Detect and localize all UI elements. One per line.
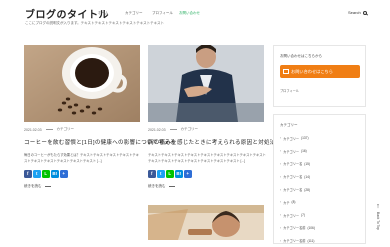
site-title[interactable]: ブログのタイトル (25, 6, 109, 21)
share-plus-icon[interactable]: + (60, 170, 68, 178)
category-count: (15) (304, 162, 310, 166)
site-description: ここにブログの説明文が入ります。テキストテキストテキストテキストテキストテキスト (25, 20, 185, 26)
category-name: カテゴリー名前 (283, 225, 305, 230)
category-name: カテ (283, 200, 289, 205)
post-card (148, 205, 264, 240)
post-date: 2021.02.03 (24, 128, 42, 132)
hatena-icon[interactable]: B! (51, 170, 59, 178)
read-more-label: 続きを読む (24, 184, 42, 189)
post-thumbnail-partial[interactable] (148, 205, 264, 240)
chevron-right-icon: › (280, 149, 281, 153)
chevron-right-icon: › (280, 162, 281, 166)
category-item[interactable]: › カテ (8) (280, 196, 365, 209)
facebook-icon[interactable]: f (24, 170, 32, 178)
chevron-right-icon: › (280, 213, 281, 217)
mail-icon (283, 69, 289, 73)
post-category[interactable]: カテゴリー (181, 127, 199, 132)
contact-profile-link[interactable]: プロフィール (280, 88, 365, 93)
category-count: (16) (301, 149, 307, 153)
contact-button-label: お問い合わせはこちら (291, 69, 333, 75)
post-thumbnail-coffee[interactable] (24, 45, 140, 122)
post-excerpt: テキストテキストテキストテキストテキストテキストテキストテキストテキストテキスト… (148, 153, 266, 164)
divider (46, 129, 53, 130)
contact-button[interactable]: お問い合わせはこちら (280, 65, 360, 78)
post-category[interactable]: カテゴリー (57, 127, 75, 132)
back-to-top-button[interactable]: ↑ Back To Top (372, 203, 384, 230)
category-count: (7) (301, 213, 305, 217)
twitter-icon[interactable]: t (157, 170, 165, 178)
nav-item-category[interactable]: カテゴリー (125, 11, 152, 16)
category-count: (8) (292, 200, 296, 204)
line-icon[interactable]: L (42, 170, 50, 178)
category-name: カテゴリー (283, 213, 299, 218)
post-thumbnail-chest-pain[interactable] (148, 45, 264, 122)
hatena-icon[interactable]: B! (175, 170, 183, 178)
category-item[interactable]: › カテゴリー (137) (280, 132, 365, 145)
category-widget: カテゴリー › カテゴリー (137) › カテゴリー (16) › カテゴリー名 (15)… (273, 114, 366, 244)
category-item[interactable]: › カテゴリー名前 (111) (280, 234, 365, 247)
chevron-right-icon: › (280, 175, 281, 179)
back-to-top-label: Back To Top (376, 212, 380, 230)
arrow-line-icon (169, 186, 175, 187)
search-button[interactable]: Search (348, 10, 367, 15)
chevron-right-icon: › (280, 188, 281, 192)
twitter-icon[interactable]: t (33, 170, 41, 178)
category-item[interactable]: › カテゴリー名 (15) (280, 158, 365, 171)
category-count: (28) (304, 188, 310, 192)
share-plus-icon[interactable]: + (184, 170, 192, 178)
category-item[interactable]: › カテゴリー (16) (280, 145, 365, 158)
category-count: (137) (301, 136, 308, 140)
category-item[interactable]: › カテゴリー名 (28) (280, 183, 365, 196)
category-name: カテゴリー (283, 136, 299, 141)
category-count: (106) (307, 226, 314, 230)
category-item[interactable]: › カテゴリー名 (14) (280, 170, 365, 183)
divider (170, 129, 177, 130)
category-name: カテゴリー名 (283, 174, 302, 179)
arrow-line-icon (45, 186, 51, 187)
search-label: Search (348, 10, 361, 15)
category-item[interactable]: › カテゴリー (7) (280, 209, 365, 222)
category-name: カテゴリー名 (283, 161, 302, 166)
category-widget-title: カテゴリー (280, 123, 365, 128)
post-date: 2021.02.03 (148, 128, 166, 132)
category-item[interactable]: › カテゴリー名前 (106) (280, 222, 365, 235)
chevron-right-icon: › (280, 200, 281, 204)
category-name: カテゴリー名前 (283, 238, 305, 243)
search-icon (363, 11, 367, 15)
contact-widget-title: お問い合わせはこちらから (280, 54, 365, 59)
nav-item-home[interactable]: ホーム (98, 11, 125, 16)
nav-item-contact[interactable]: お問い合わせ (179, 11, 206, 16)
category-count: (111) (307, 239, 314, 243)
line-icon[interactable]: L (166, 170, 174, 178)
category-name: カテゴリー (283, 149, 299, 154)
read-more-label: 続きを読む (148, 184, 166, 189)
chevron-right-icon: › (280, 136, 281, 140)
category-list: › カテゴリー (137) › カテゴリー (16) › カテゴリー名 (15) › カテゴリ… (280, 132, 365, 247)
global-nav: ホーム カテゴリー プロフィール お問い合わせ (98, 11, 206, 16)
nav-item-profile[interactable]: プロフィール (152, 11, 179, 16)
arrow-up-icon: ↑ (376, 203, 380, 210)
contact-widget: お問い合わせはこちらから お問い合わせはこちら プロフィール (273, 45, 366, 107)
chevron-right-icon: › (280, 239, 281, 243)
post-excerpt: 毎日のコーヒーがもたらす効果とは？テキストテキストテキストテキストテキストテキス… (24, 153, 142, 164)
category-count: (14) (304, 175, 310, 179)
facebook-icon[interactable]: f (148, 170, 156, 178)
chevron-right-icon: › (280, 226, 281, 230)
category-name: カテゴリー名 (283, 187, 302, 192)
